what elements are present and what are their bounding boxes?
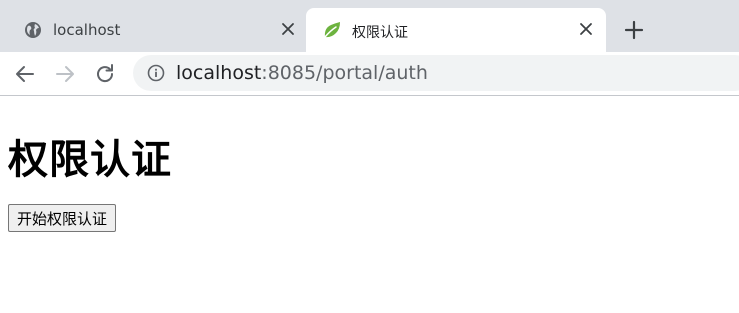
close-icon[interactable] (278, 19, 298, 39)
new-tab-icon[interactable] (623, 19, 645, 41)
url-path: :8085/portal/auth (261, 62, 428, 84)
back-arrow-icon[interactable] (13, 62, 37, 86)
address-bar[interactable]: localhost:8085/portal/auth (133, 55, 739, 91)
page-content: 权限认证 开始权限认证 (0, 97, 739, 313)
spring-leaf-icon (324, 22, 340, 38)
forward-arrow-icon[interactable] (53, 62, 77, 86)
tab-title: localhost (53, 21, 121, 39)
tab-title: 权限认证 (352, 25, 408, 41)
tab-auth[interactable]: 权限认证 (306, 8, 606, 52)
globe-icon (25, 22, 41, 38)
tab-localhost[interactable]: localhost (0, 8, 306, 52)
page-title: 权限认证 (8, 137, 172, 183)
url-host: localhost (176, 62, 262, 84)
close-icon[interactable] (576, 19, 596, 39)
url-text[interactable]: localhost:8085/portal/auth (176, 62, 428, 84)
browser-toolbar: localhost:8085/portal/auth (0, 52, 739, 96)
tab-strip: localhost 权限认证 (0, 0, 739, 52)
start-auth-button[interactable]: 开始权限认证 (8, 204, 117, 232)
reload-icon[interactable] (93, 62, 117, 86)
info-icon[interactable] (147, 64, 165, 82)
